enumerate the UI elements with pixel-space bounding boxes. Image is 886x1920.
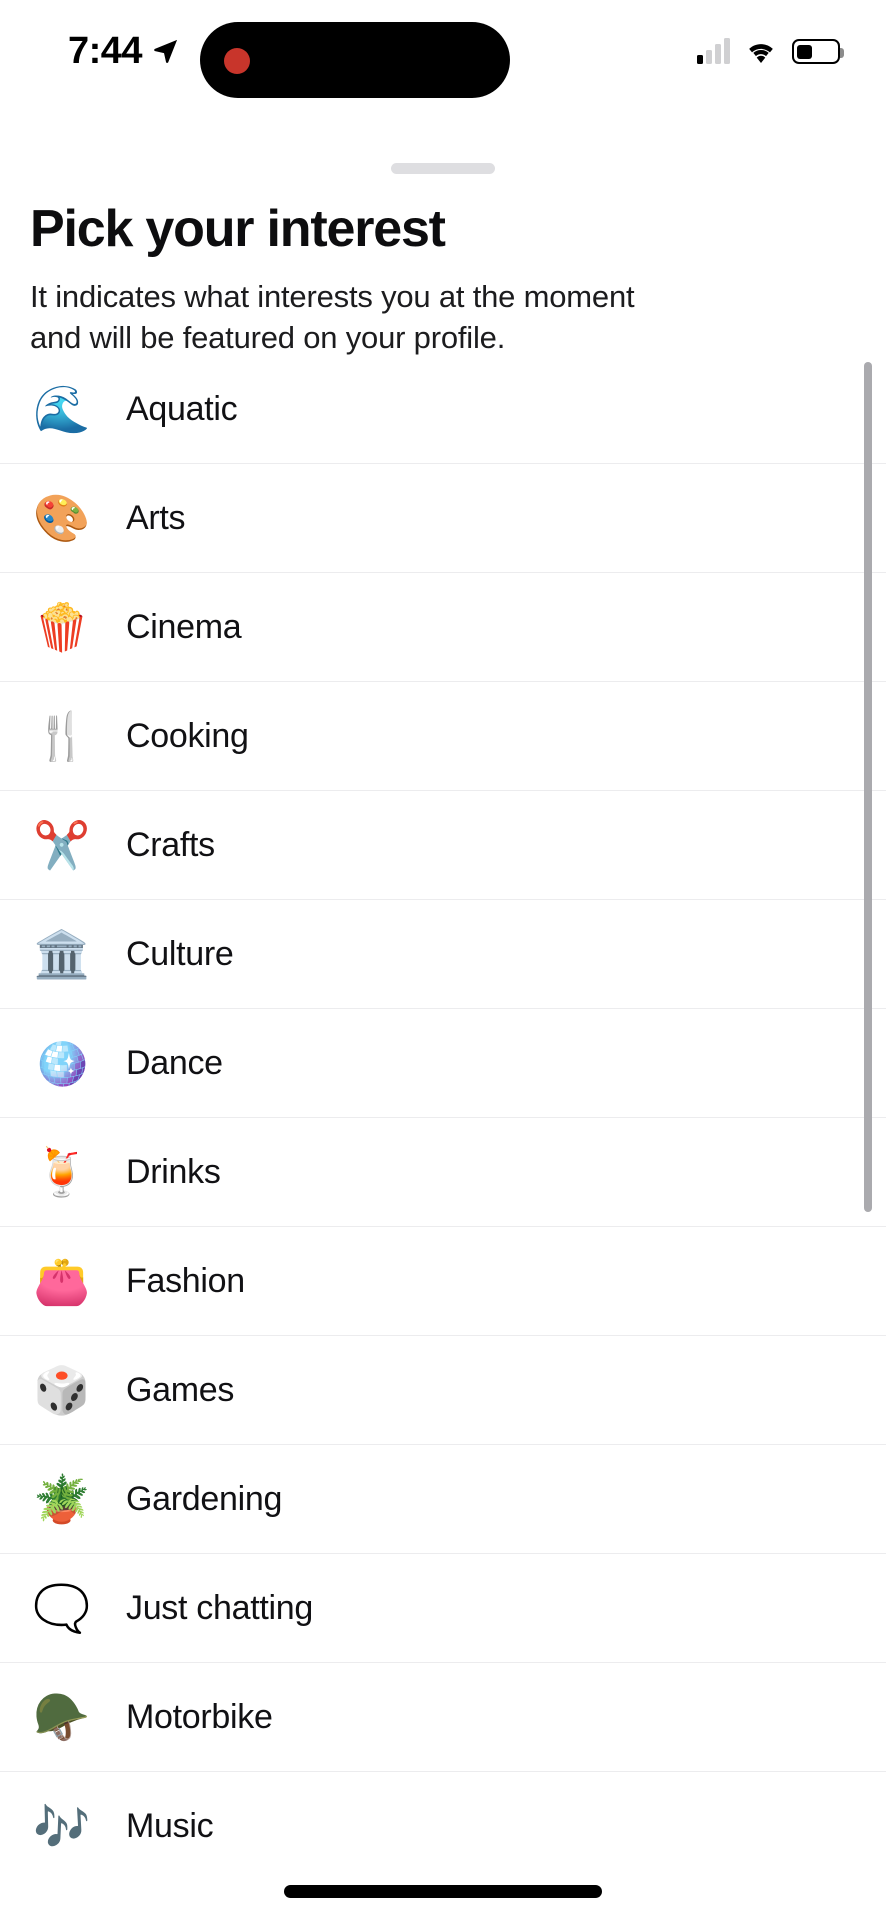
cellular-signal-icon [697, 38, 730, 64]
interest-row[interactable]: 🗨️ Just chatting [0, 1554, 886, 1663]
interest-row-label: Arts [126, 498, 186, 537]
interest-row[interactable]: 🪴 Gardening [0, 1445, 886, 1554]
game-die-emoji: 🎲 [33, 1363, 91, 1417]
dynamic-island[interactable] [200, 22, 510, 98]
interest-row[interactable]: 🍴 Cooking [0, 682, 886, 791]
fork-and-knife-emoji: 🍴 [33, 709, 91, 763]
interest-row-label: Music [126, 1807, 214, 1845]
classical-building-emoji: 🏛️ [33, 927, 91, 981]
mirror-ball-emoji: 🪩 [33, 1036, 91, 1090]
status-bar-left: 7:44 [68, 32, 180, 70]
interest-row-label: Fashion [126, 1261, 245, 1300]
phone-screen: 7:44 Pick your interest It indicates wha… [0, 0, 886, 1920]
battery-icon [792, 39, 844, 64]
page-title: Pick your interest [30, 200, 446, 258]
interest-row[interactable]: 🌊 Aquatic [0, 355, 886, 464]
recording-dot-icon [224, 48, 250, 74]
interest-row-label: Just chatting [126, 1588, 313, 1627]
interest-row-label: Cinema [126, 607, 242, 646]
interest-list: 🌊 Aquatic 🎨 Arts 🍿 Cinema 🍴 Cooking ✂️ Crafts 🏛️ Cu… [0, 355, 886, 1881]
interest-row[interactable]: 🏛️ Culture [0, 900, 886, 1009]
location-arrow-icon [154, 39, 178, 63]
scissors-emoji: ✂️ [33, 818, 91, 872]
popcorn-emoji: 🍿 [33, 600, 91, 654]
wifi-icon [749, 44, 773, 63]
interest-row[interactable]: 🪖 Motorbike [0, 1663, 886, 1772]
speech-balloon-bla-emoji: 🗨️ [33, 1581, 91, 1635]
interest-row[interactable]: 👛 Fashion [0, 1227, 886, 1336]
interest-row-label: Aquatic [126, 389, 238, 428]
interest-row[interactable]: 🎲 Games [0, 1336, 886, 1445]
status-bar-right [697, 38, 844, 64]
page-subtitle: It indicates what interests you at the m… [30, 278, 635, 355]
interest-row[interactable]: ✂️ Crafts [0, 791, 886, 900]
interest-row-label: Dance [126, 1043, 223, 1082]
sheet-header: Pick your interest It indicates what int… [30, 202, 856, 358]
interest-row[interactable]: 🍹 Drinks [0, 1118, 886, 1227]
interest-row-label: Games [126, 1370, 235, 1409]
interest-row-label: Cooking [126, 716, 249, 755]
musical-notes-emoji: 🎶 [33, 1799, 91, 1854]
status-bar-clock: 7:44 [68, 30, 143, 72]
status-bar: 7:44 [0, 0, 886, 112]
potted-plant-emoji: 🪴 [33, 1472, 91, 1526]
handbag-emoji: 👛 [33, 1254, 91, 1308]
interest-row[interactable]: 🎨 Arts [0, 464, 886, 573]
interest-row-label: Drinks [126, 1152, 221, 1191]
racing-helmet-emoji: 🪖 [33, 1690, 91, 1744]
interest-picker-sheet: Pick your interest It indicates what int… [0, 112, 886, 1920]
interest-row-label: Culture [126, 934, 234, 973]
wave-emoji: 🌊 [33, 382, 91, 436]
sheet-drag-handle[interactable] [391, 163, 495, 174]
interest-row[interactable]: 🍿 Cinema [0, 573, 886, 682]
interest-row-label: Crafts [126, 825, 215, 864]
interest-row-label: Motorbike [126, 1697, 273, 1736]
home-indicator [284, 1885, 602, 1898]
interest-row[interactable]: 🎶 Music [0, 1772, 886, 1881]
interest-row-label: Gardening [126, 1479, 283, 1518]
tropical-drink-emoji: 🍹 [33, 1145, 91, 1199]
interest-row[interactable]: 🪩 Dance [0, 1009, 886, 1118]
artist-palette-emoji: 🎨 [33, 491, 91, 545]
